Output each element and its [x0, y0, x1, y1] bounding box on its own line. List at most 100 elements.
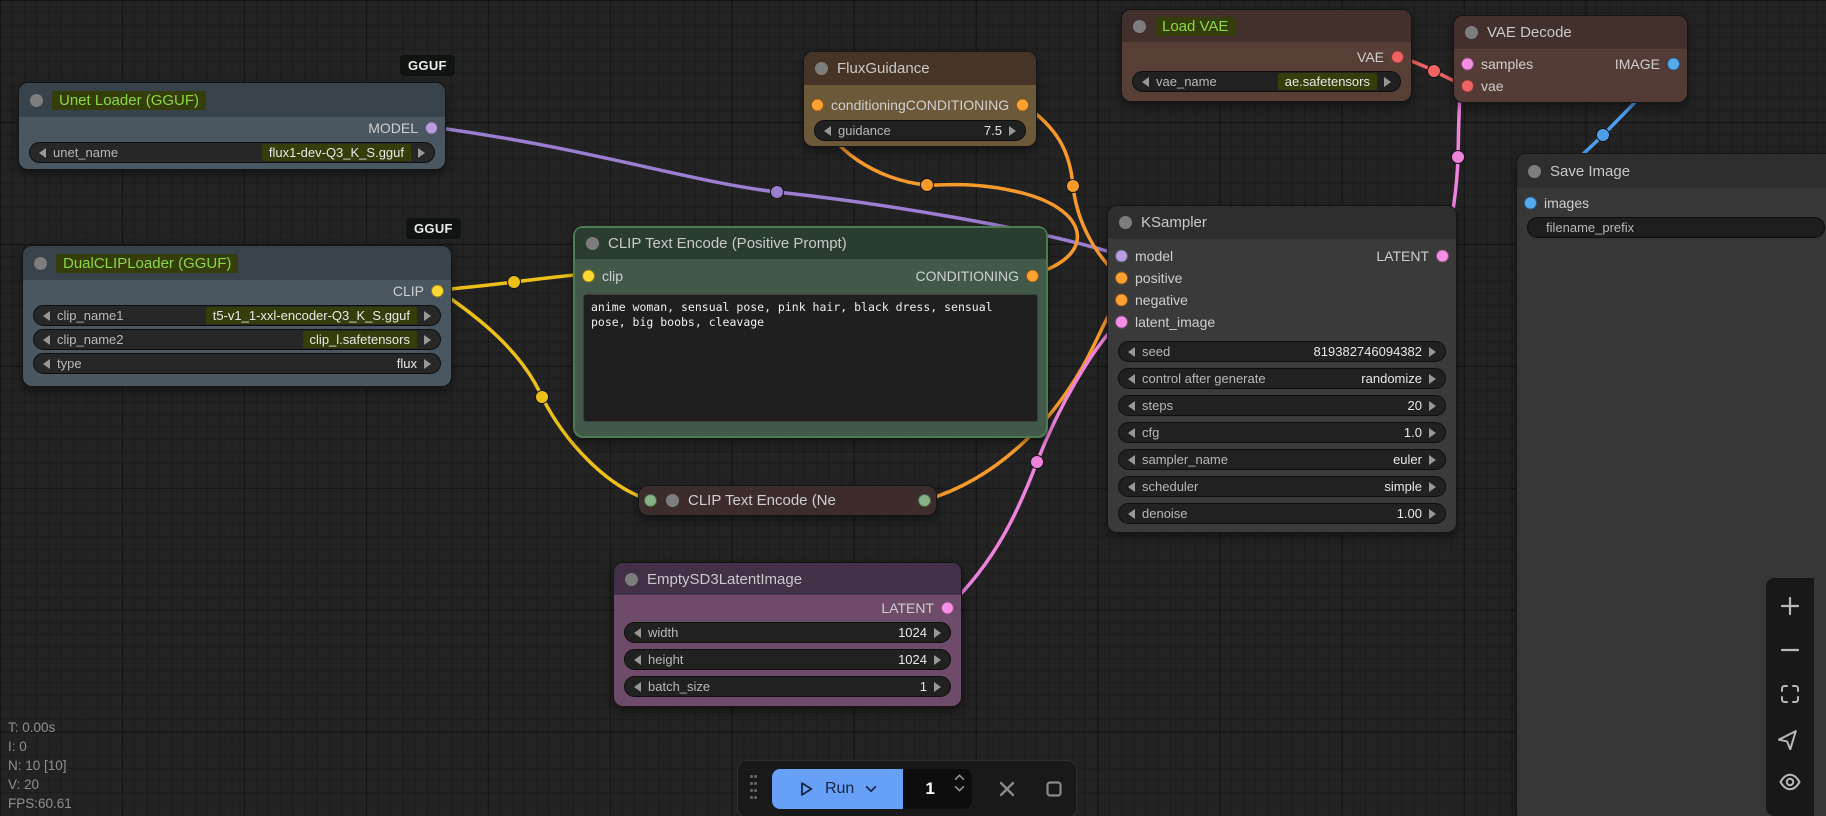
- samples-input-port[interactable]: [1461, 57, 1474, 71]
- node-ksampler[interactable]: KSampler model LATENT positive negative …: [1107, 205, 1457, 533]
- widget-width[interactable]: width 1024: [624, 622, 951, 643]
- decrement-arrow-icon[interactable]: [1128, 400, 1135, 411]
- reroute-dot-vae[interactable]: [1427, 64, 1441, 78]
- increment-arrow-icon[interactable]: [1429, 508, 1436, 519]
- decrement-arrow-icon[interactable]: [43, 310, 50, 321]
- widget-type[interactable]: type flux: [33, 353, 441, 374]
- decrement-arrow-icon[interactable]: [1128, 346, 1135, 357]
- clip-input-port[interactable]: [582, 269, 595, 283]
- reroute-dot-clip-1[interactable]: [507, 275, 521, 289]
- spinner-down-icon[interactable]: [954, 785, 965, 792]
- vae-output-port[interactable]: [1391, 50, 1404, 64]
- queue-toolbar[interactable]: Run 1: [737, 760, 1077, 816]
- increment-arrow-icon[interactable]: [1429, 373, 1436, 384]
- collapse-dot[interactable]: [1528, 164, 1541, 178]
- widget-steps[interactable]: steps 20: [1118, 395, 1446, 416]
- node-clip-text-encode-negative-collapsed[interactable]: CLIP Text Encode (Ne: [638, 485, 937, 516]
- collapse-dot[interactable]: [1465, 26, 1478, 39]
- widget-clip-name1[interactable]: clip_name1 t5-v1_1-xxl-encoder-Q3_K_S.gg…: [33, 305, 441, 326]
- decrement-arrow-icon[interactable]: [1128, 373, 1135, 384]
- prompt-textarea[interactable]: anime woman, sensual pose, pink hair, bl…: [583, 294, 1038, 422]
- clip-output-port[interactable]: [431, 284, 444, 298]
- increment-arrow-icon[interactable]: [1429, 454, 1436, 465]
- node-graph-canvas[interactable]: GGUF GGUF Unet Loader (GGUF) MODEL unet_…: [0, 0, 1826, 816]
- decrement-arrow-icon[interactable]: [1128, 481, 1135, 492]
- increment-arrow-icon[interactable]: [1429, 427, 1436, 438]
- node-clip-text-encode-positive[interactable]: CLIP Text Encode (Positive Prompt) clip …: [573, 226, 1048, 438]
- increment-arrow-icon[interactable]: [424, 310, 431, 321]
- reroute-dot-image[interactable]: [1596, 128, 1610, 142]
- latent-image-input-port[interactable]: [1115, 315, 1128, 329]
- decrement-arrow-icon[interactable]: [1128, 454, 1135, 465]
- widget-filename-prefix[interactable]: filename_prefix: [1527, 217, 1825, 238]
- reroute-dot-latent-2[interactable]: [1451, 150, 1465, 164]
- increment-arrow-icon[interactable]: [1009, 125, 1016, 136]
- node-empty-sd3-latent-image[interactable]: EmptySD3LatentImage LATENT width 1024 he…: [613, 562, 962, 707]
- collapse-dot[interactable]: [666, 494, 679, 507]
- drag-handle-icon[interactable]: [750, 775, 758, 803]
- collapse-dot[interactable]: [815, 62, 828, 75]
- decrement-arrow-icon[interactable]: [824, 125, 831, 136]
- widget-cfg[interactable]: cfg 1.0: [1118, 422, 1446, 443]
- conditioning-output-port[interactable]: [1026, 269, 1039, 283]
- widget-guidance[interactable]: guidance 7.5: [814, 120, 1026, 141]
- toggle-visibility-button[interactable]: [1770, 760, 1810, 804]
- widget-control-after-generate[interactable]: control after generate randomize: [1118, 368, 1446, 389]
- negative-input-port[interactable]: [1115, 293, 1128, 307]
- conditioning-input-port[interactable]: [811, 98, 824, 112]
- decrement-arrow-icon[interactable]: [1128, 427, 1135, 438]
- increment-arrow-icon[interactable]: [1429, 400, 1436, 411]
- increment-arrow-icon[interactable]: [1384, 76, 1391, 87]
- queue-count-input[interactable]: 1: [903, 769, 972, 809]
- increment-arrow-icon[interactable]: [1429, 481, 1436, 492]
- image-output-port[interactable]: [1667, 57, 1680, 71]
- latent-output-port[interactable]: [941, 601, 954, 615]
- latent-output-port[interactable]: [1436, 249, 1449, 263]
- collapse-dot[interactable]: [625, 572, 638, 586]
- reroute-dot-conditioning-2[interactable]: [1066, 179, 1080, 193]
- reroute-dot-model[interactable]: [770, 185, 784, 199]
- node-vae-decode[interactable]: VAE Decode samples IMAGE vae: [1453, 15, 1688, 103]
- increment-arrow-icon[interactable]: [934, 681, 941, 692]
- spinner-up-icon[interactable]: [954, 774, 965, 781]
- collapse-dot[interactable]: [34, 256, 47, 270]
- node-load-vae[interactable]: Load VAE VAE vae_name ae.safetensors: [1121, 9, 1412, 102]
- view-toolbar[interactable]: [1766, 578, 1814, 816]
- collapsed-input-port[interactable]: [644, 494, 657, 507]
- increment-arrow-icon[interactable]: [1429, 346, 1436, 357]
- node-dualclip-loader[interactable]: DualCLIPLoader (GGUF) CLIP clip_name1 t5…: [22, 245, 452, 387]
- model-output-port[interactable]: [425, 121, 438, 135]
- collapse-dot[interactable]: [1133, 19, 1146, 33]
- increment-arrow-icon[interactable]: [424, 358, 431, 369]
- stop-button[interactable]: [1044, 779, 1064, 799]
- zoom-in-button[interactable]: [1770, 584, 1810, 628]
- widget-seed[interactable]: seed 819382746094382: [1118, 341, 1446, 362]
- collapse-dot[interactable]: [30, 93, 43, 107]
- node-unet-loader[interactable]: Unet Loader (GGUF) MODEL unet_name flux1…: [18, 82, 446, 170]
- widget-scheduler[interactable]: scheduler simple: [1118, 476, 1446, 497]
- decrement-arrow-icon[interactable]: [39, 147, 46, 158]
- positive-input-port[interactable]: [1115, 271, 1128, 285]
- reroute-dot-latent-1[interactable]: [1030, 455, 1044, 469]
- decrement-arrow-icon[interactable]: [634, 654, 641, 665]
- run-button[interactable]: Run: [772, 769, 904, 809]
- vae-input-port[interactable]: [1461, 79, 1474, 93]
- increment-arrow-icon[interactable]: [934, 627, 941, 638]
- decrement-arrow-icon[interactable]: [43, 334, 50, 345]
- collapse-dot[interactable]: [1119, 216, 1132, 229]
- conditioning-output-port[interactable]: [1016, 98, 1029, 112]
- reroute-dot-clip-2[interactable]: [535, 390, 549, 404]
- decrement-arrow-icon[interactable]: [43, 358, 50, 369]
- widget-clip-name2[interactable]: clip_name2 clip_l.safetensors: [33, 329, 441, 350]
- collapse-dot[interactable]: [586, 237, 599, 250]
- widget-batch-size[interactable]: batch_size 1: [624, 676, 951, 697]
- reroute-dot-conditioning-1[interactable]: [920, 178, 934, 192]
- widget-sampler-name[interactable]: sampler_name euler: [1118, 449, 1446, 470]
- node-flux-guidance[interactable]: FluxGuidance conditioning CONDITIONING g…: [803, 51, 1037, 147]
- widget-height[interactable]: height 1024: [624, 649, 951, 670]
- decrement-arrow-icon[interactable]: [634, 681, 641, 692]
- pan-mode-button[interactable]: [1770, 716, 1810, 760]
- increment-arrow-icon[interactable]: [418, 147, 425, 158]
- increment-arrow-icon[interactable]: [424, 334, 431, 345]
- decrement-arrow-icon[interactable]: [1128, 508, 1135, 519]
